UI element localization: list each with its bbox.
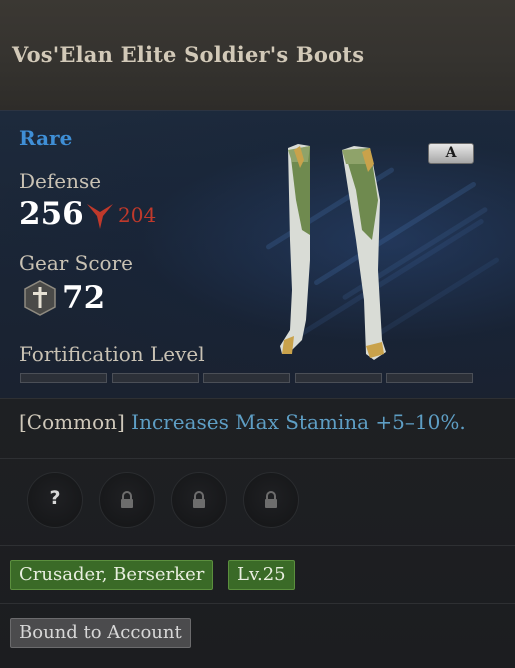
class-requirement-tag: Crusader, Berserker xyxy=(10,560,214,590)
socket-locked[interactable] xyxy=(243,472,299,528)
item-effect: [Common] Increases Max Stamina +5–10%. xyxy=(19,410,466,434)
socket-unknown[interactable]: ? xyxy=(27,472,83,528)
socket-locked[interactable] xyxy=(171,472,227,528)
binding-tag: Bound to Account xyxy=(10,618,191,648)
divider xyxy=(0,545,515,546)
lock-icon xyxy=(121,491,133,508)
socket-locked[interactable] xyxy=(99,472,155,528)
defense-label: Defense xyxy=(19,169,102,193)
divider xyxy=(0,603,515,604)
boots-item-image xyxy=(280,144,386,360)
defense-value: 256 xyxy=(19,196,84,232)
divider xyxy=(0,398,515,399)
divider xyxy=(0,458,515,459)
fortification-segment xyxy=(20,373,107,383)
rarity-label: Rare xyxy=(19,126,73,150)
item-name: Vos'Elan Elite Soldier's Boots xyxy=(12,42,365,67)
fortification-segment xyxy=(112,373,199,383)
fortification-segment xyxy=(295,373,382,383)
tooltip-header: Vos'Elan Elite Soldier's Boots xyxy=(0,0,515,111)
item-tooltip: Vos'Elan Elite Soldier's Boots Rare Defe… xyxy=(0,0,515,668)
effect-tag: [Common] xyxy=(19,410,125,434)
fortification-label: Fortification Level xyxy=(19,342,205,366)
grade-badge: A xyxy=(428,143,474,164)
fortification-segment xyxy=(203,373,290,383)
down-arrow-icon xyxy=(87,204,113,229)
defense-compare-value: 204 xyxy=(118,203,157,227)
level-requirement-tag: Lv.25 xyxy=(228,560,295,590)
lock-icon xyxy=(265,491,277,508)
question-mark-icon: ? xyxy=(49,487,61,509)
gear-score-value: 72 xyxy=(62,280,106,316)
lock-icon xyxy=(193,491,205,508)
fortification-segment xyxy=(386,373,473,383)
effect-text: Increases Max Stamina +5–10%. xyxy=(131,410,466,434)
gear-score-sword-icon xyxy=(24,280,56,316)
gear-score-label: Gear Score xyxy=(19,251,133,275)
